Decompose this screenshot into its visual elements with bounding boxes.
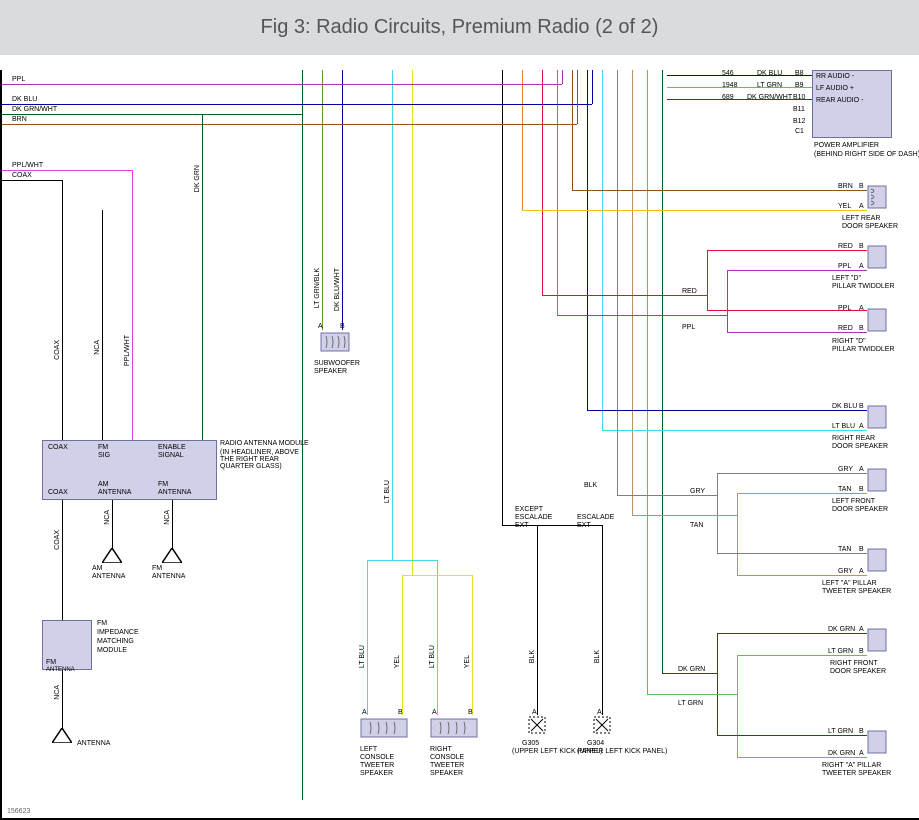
ground-g304-icon <box>592 715 612 740</box>
wire-dk-blu-wht <box>342 70 343 330</box>
wire-yel-main <box>412 70 413 575</box>
wire-dk-grn-main <box>302 70 303 800</box>
left-a-pillar-icon <box>867 548 887 572</box>
wire-lt-grn-bus <box>647 70 648 694</box>
power-amplifier-module: RR AUDIO - LF AUDIO + REAR AUDIO - <box>812 70 892 138</box>
wire-ppl-bus <box>557 70 558 315</box>
wire-dkblu-9 <box>2 104 592 105</box>
wire-dkgrnwht-10 <box>2 114 302 115</box>
radio-antenna-module: COAX FM SIG ENABLE SIGNAL COAX AM ANTENN… <box>42 440 217 500</box>
left-console-tweeter-icon <box>360 718 408 743</box>
wiring-diagram: RR AUDIO - LF AUDIO + REAR AUDIO - POWER… <box>0 70 919 820</box>
left-front-door-icon <box>867 468 887 492</box>
right-console-tweeter-icon <box>430 718 478 743</box>
wire-pplwht-12 <box>2 170 132 171</box>
wire-coax-13 <box>2 180 62 181</box>
wire-brn-bus <box>572 70 573 190</box>
wire-ppl-8 <box>2 84 562 85</box>
wire-lt-grn-blk <box>322 70 323 330</box>
am-antenna-icon <box>102 548 122 568</box>
right-d-pillar-icon <box>867 308 887 332</box>
ground-g305-icon <box>527 715 547 740</box>
wire-gry-bus <box>617 70 618 495</box>
antenna-icon <box>52 728 72 748</box>
fm-impedance-module: FM ANTENNA <box>42 620 92 670</box>
wire-lt-blu-bus <box>602 70 603 430</box>
page-title: Fig 3: Radio Circuits, Premium Radio (2 … <box>261 16 659 39</box>
doc-id: 156623 <box>7 808 30 815</box>
subwoofer-speaker-icon <box>320 332 350 357</box>
wire-coax-v <box>62 180 63 440</box>
wire-brn-11 <box>2 124 577 125</box>
wire-tan-bus <box>632 70 633 515</box>
amp-loc1: (BEHIND RIGHT SIDE OF DASH) <box>814 151 919 158</box>
right-a-pillar-icon <box>867 730 887 754</box>
wire-dkgrn-v <box>202 114 203 440</box>
wire-nca1-v <box>102 210 103 440</box>
wire-dk-blu-bus <box>587 70 588 410</box>
wire-orange <box>522 70 523 210</box>
wire-blk-main <box>502 70 503 525</box>
wire-pplwht-v <box>132 170 133 440</box>
right-rear-door-icon <box>867 405 887 429</box>
fm-antenna-icon <box>162 548 182 568</box>
wire-b9 <box>667 87 812 88</box>
left-d-pillar-icon <box>867 245 887 269</box>
wire-dk-grn-bus <box>662 70 663 673</box>
left-rear-door-speaker-icon <box>867 185 887 209</box>
amp-name: POWER AMPLIFIER <box>814 142 879 149</box>
page-header: Fig 3: Radio Circuits, Premium Radio (2 … <box>0 0 919 55</box>
wire-lt-blu-main <box>392 70 393 560</box>
right-front-door-icon <box>867 628 887 652</box>
wire-b8 <box>667 75 812 76</box>
